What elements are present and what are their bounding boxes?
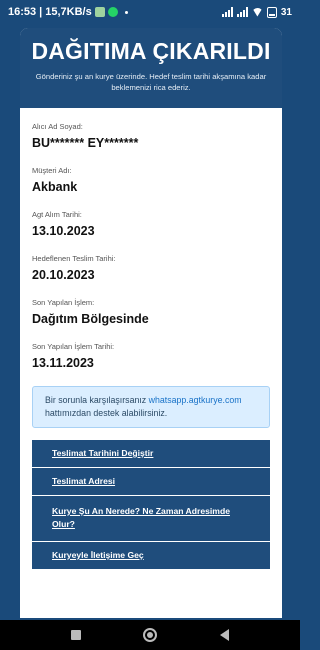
status-title: DAĞITIMA ÇIKARILDI [31,38,271,64]
field-recipient: Alıcı Ad Soyad: BU******* EY******* [32,122,270,151]
network-speed: 15,7KB/s [45,6,92,18]
notice-text-after: hattımızdan destek alabilirsiniz. [45,408,168,418]
notice-text: Bir sorunla karşılaşırsanız [45,395,147,405]
battery-icon [266,6,277,18]
field-value: 13.10.2023 [32,224,95,238]
field-label: Hedeflenen Teslim Tarihi: [32,254,116,263]
field-customer: Müşteri Adı: Akbank [32,166,270,195]
whatsapp-support-link[interactable]: whatsapp.agtkurye.com [149,395,242,405]
change-delivery-date-button[interactable]: Teslimat Tarihini Değiştir [32,440,270,468]
field-value: Akbank [32,180,78,194]
clock: 16:53 [8,6,37,18]
more-notifications-icon [124,10,128,14]
system-nav-bar [0,620,300,650]
field-label: Müşteri Adı: [32,166,72,175]
field-value: 13.11.2023 [32,356,94,370]
courier-location-button[interactable]: Kurye Şu An Nerede? Ne Zaman Adresimde O… [32,496,270,542]
field-target-delivery-date: Hedeflenen Teslim Tarihi: 20.10.2023 [32,254,270,283]
action-list: Teslimat Tarihini Değiştir Teslimat Adre… [32,440,270,570]
back-icon[interactable] [219,629,229,641]
field-value: Dağıtım Bölgesinde [32,312,149,326]
field-value: BU******* EY******* [32,136,139,150]
battery-percent: 31 [280,6,292,18]
field-label: Son Yapılan İşlem: [32,298,95,307]
status-subtitle: Gönderiniz şu an kurye üzerinde. Hedef t… [35,72,267,92]
shipment-info: Alıcı Ad Soyad: BU******* EY******* Müşt… [20,108,282,371]
cellular-signal-2-icon [236,7,248,17]
home-icon[interactable] [143,628,158,642]
field-label: Son Yapılan İşlem Tarihi: [32,342,115,351]
contact-courier-button[interactable]: Kuryeyle İletişime Geç [32,542,270,570]
status-bar: 16:53 | 15,7KB/s 31 [0,0,300,24]
wifi-icon [251,7,263,17]
field-label: Alıcı Ad Soyad: [32,122,83,131]
support-notice: Bir sorunla karşılaşırsanız whatsapp.agt… [32,386,270,428]
field-last-operation: Son Yapılan İşlem: Dağıtım Bölgesinde [32,298,270,327]
whatsapp-icon [107,7,118,17]
delivery-address-button[interactable]: Teslimat Adresi [32,468,270,496]
cellular-signal-icon [221,7,233,17]
recents-icon[interactable] [71,630,82,640]
status-header: DAĞITIMA ÇIKARILDI Gönderiniz şu an kury… [20,28,282,108]
field-label: Agt Alım Tarihi: [32,210,82,219]
field-pickup-date: Agt Alım Tarihi: 13.10.2023 [32,210,270,239]
field-last-operation-date: Son Yapılan İşlem Tarihi: 13.11.2023 [32,342,270,371]
tracking-card: DAĞITIMA ÇIKARILDI Gönderiniz şu an kury… [20,28,282,618]
notification-app-icon [94,7,105,17]
field-value: 20.10.2023 [32,268,95,282]
